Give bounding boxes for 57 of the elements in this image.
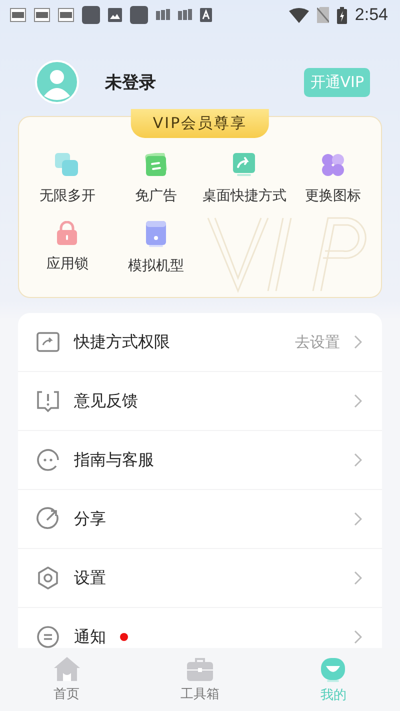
menu-label: 通知 xyxy=(74,626,106,648)
feature-label[interactable]: 无限多开 xyxy=(39,187,96,205)
image-icon xyxy=(108,8,122,22)
feature-label[interactable]: 更换图标 xyxy=(304,187,361,205)
home-icon xyxy=(54,656,80,680)
menu-row[interactable]: 意见反馈 xyxy=(18,372,382,431)
menu-row[interactable]: 分享 xyxy=(18,490,382,549)
avatar-icon[interactable] xyxy=(35,60,79,104)
cards-icon xyxy=(156,9,170,21)
feature-label[interactable]: 免广告 xyxy=(134,187,177,205)
four-petal-icon[interactable] xyxy=(320,153,345,177)
settings-icon xyxy=(36,566,60,590)
shortcut-icon xyxy=(36,330,60,354)
news-app-icon xyxy=(58,8,74,22)
chevron-right-icon xyxy=(354,394,362,408)
font-icon xyxy=(200,8,212,22)
cards-icon xyxy=(178,9,192,21)
app-icon xyxy=(130,6,148,24)
chevron-right-icon xyxy=(354,512,362,526)
menu-label: 快捷方式权限 xyxy=(74,332,170,352)
chevron-right-icon xyxy=(354,335,362,349)
news-app-icon xyxy=(10,8,26,22)
login-status[interactable]: 未登录 xyxy=(105,70,304,94)
feature-label[interactable]: 应用锁 xyxy=(46,255,88,273)
menu-label: 分享 xyxy=(74,508,106,530)
wifi-icon xyxy=(288,8,309,22)
chat-bubble-icon xyxy=(36,448,60,472)
chevron-right-icon xyxy=(354,453,362,467)
menu-row[interactable]: 快捷方式权限 去设置 xyxy=(18,313,382,372)
menu-label: 设置 xyxy=(74,568,106,588)
card-icon[interactable] xyxy=(144,153,168,177)
feature-label[interactable]: 桌面快捷方式 xyxy=(202,187,286,205)
feature-label[interactable]: 模拟机型 xyxy=(128,257,184,275)
smiley-icon xyxy=(320,656,346,682)
vip-title-ribbon: VIP会员尊享 xyxy=(130,109,270,138)
news-app-icon xyxy=(34,8,50,22)
menu-label: 指南与客服 xyxy=(74,450,154,470)
toolbox-icon xyxy=(186,656,213,680)
chevron-right-icon xyxy=(354,571,362,585)
stacked-windows-icon[interactable] xyxy=(55,153,80,177)
feedback-icon xyxy=(36,389,60,413)
phone-icon[interactable] xyxy=(146,221,166,247)
list-circle-icon xyxy=(36,625,60,648)
lock-icon[interactable] xyxy=(55,221,80,245)
chevron-right-icon xyxy=(354,630,362,644)
tab[interactable]: 首页 xyxy=(0,648,134,711)
app-icon xyxy=(82,6,100,24)
no-sim-icon xyxy=(316,7,329,23)
menu-row[interactable]: 设置 xyxy=(18,549,382,608)
clock-time: 2:54 xyxy=(354,5,388,25)
menu-row[interactable]: 指南与客服 xyxy=(18,431,382,490)
menu-label: 意见反馈 xyxy=(74,390,138,412)
menu-value: 去设置 xyxy=(295,332,340,352)
share-icon xyxy=(36,507,60,531)
battery-icon xyxy=(336,6,347,24)
tab[interactable]: 工具箱 xyxy=(133,648,267,711)
shortcut-arrow-icon[interactable] xyxy=(232,153,256,177)
